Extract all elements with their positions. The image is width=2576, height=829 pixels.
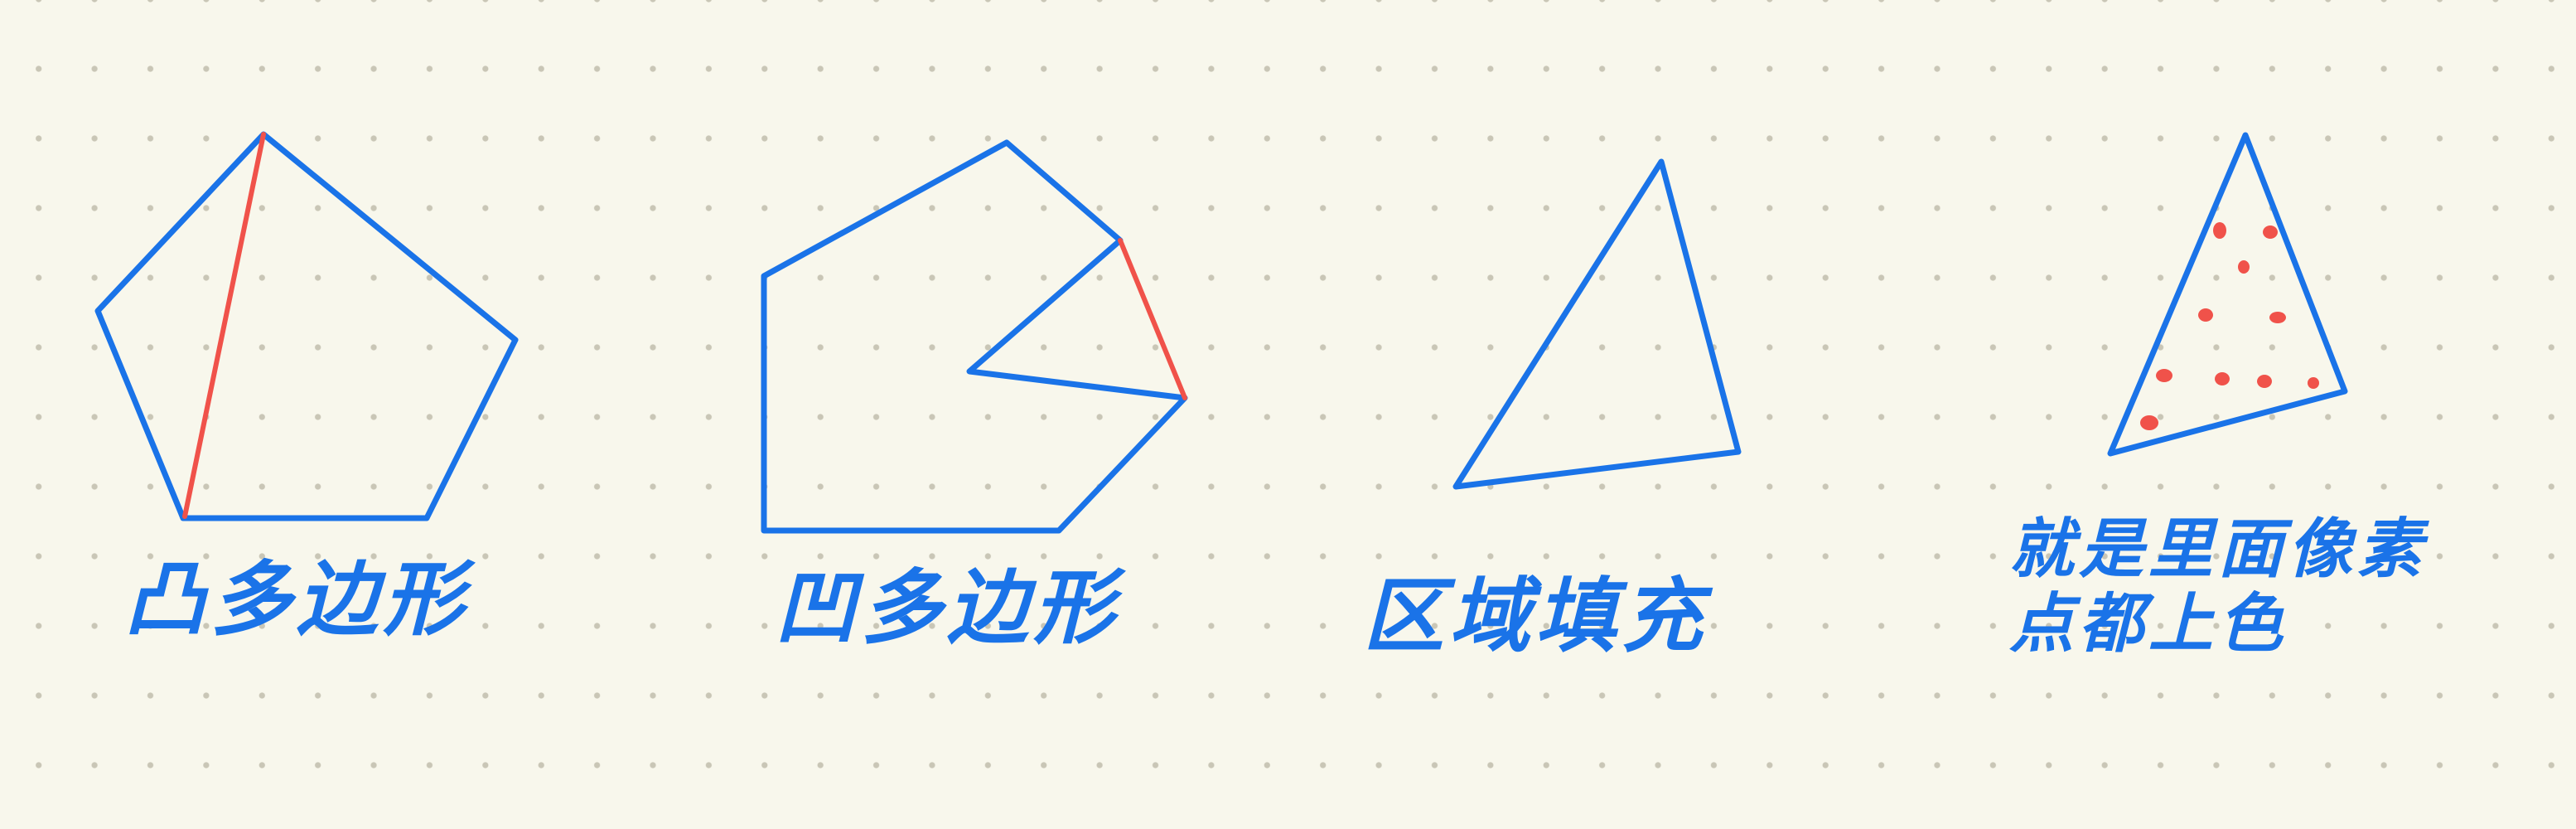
region-fill-triangle xyxy=(1452,158,1742,490)
pixel-dot xyxy=(2198,308,2213,322)
label-pixel-explanation-line-2: 点都上色 xyxy=(2009,585,2288,662)
pixel-dot xyxy=(2269,312,2286,323)
convex-pentagon-outline xyxy=(94,131,519,521)
pixel-dot xyxy=(2213,222,2226,239)
pixels-triangle-outline xyxy=(2107,132,2348,457)
label-concave-polygon: 凹多边形 xyxy=(775,560,1120,656)
dot-grid-canvas: 凸多边形 凹多边形 区域填充 就是里面像素 点都上色 xyxy=(0,0,2576,829)
pixel-dot xyxy=(2257,375,2272,388)
concave-polygon-bridge-edge xyxy=(1118,238,1187,400)
convex-pentagon-diagonal xyxy=(182,132,266,519)
label-convex-polygon: 凸多边形 xyxy=(124,552,470,647)
pixel-dot xyxy=(2263,225,2278,239)
label-pixel-explanation: 就是里面像素 点都上色 xyxy=(2009,512,2427,661)
pixel-dot xyxy=(2238,260,2250,274)
pixel-dot xyxy=(2308,377,2319,389)
label-region-fill: 区域填充 xyxy=(1363,569,1708,664)
label-pixel-explanation-line-1: 就是里面像素 xyxy=(2009,511,2428,587)
pixel-dot xyxy=(2156,369,2172,382)
convex-pentagon xyxy=(94,131,519,521)
concave-polygon-outline xyxy=(761,139,1188,534)
filled-pixels-triangle xyxy=(2107,132,2348,457)
diagram-drawing xyxy=(94,131,2348,534)
pixel-dot xyxy=(2140,415,2158,430)
concave-polygon xyxy=(761,139,1188,534)
pixel-dot xyxy=(2215,372,2230,385)
